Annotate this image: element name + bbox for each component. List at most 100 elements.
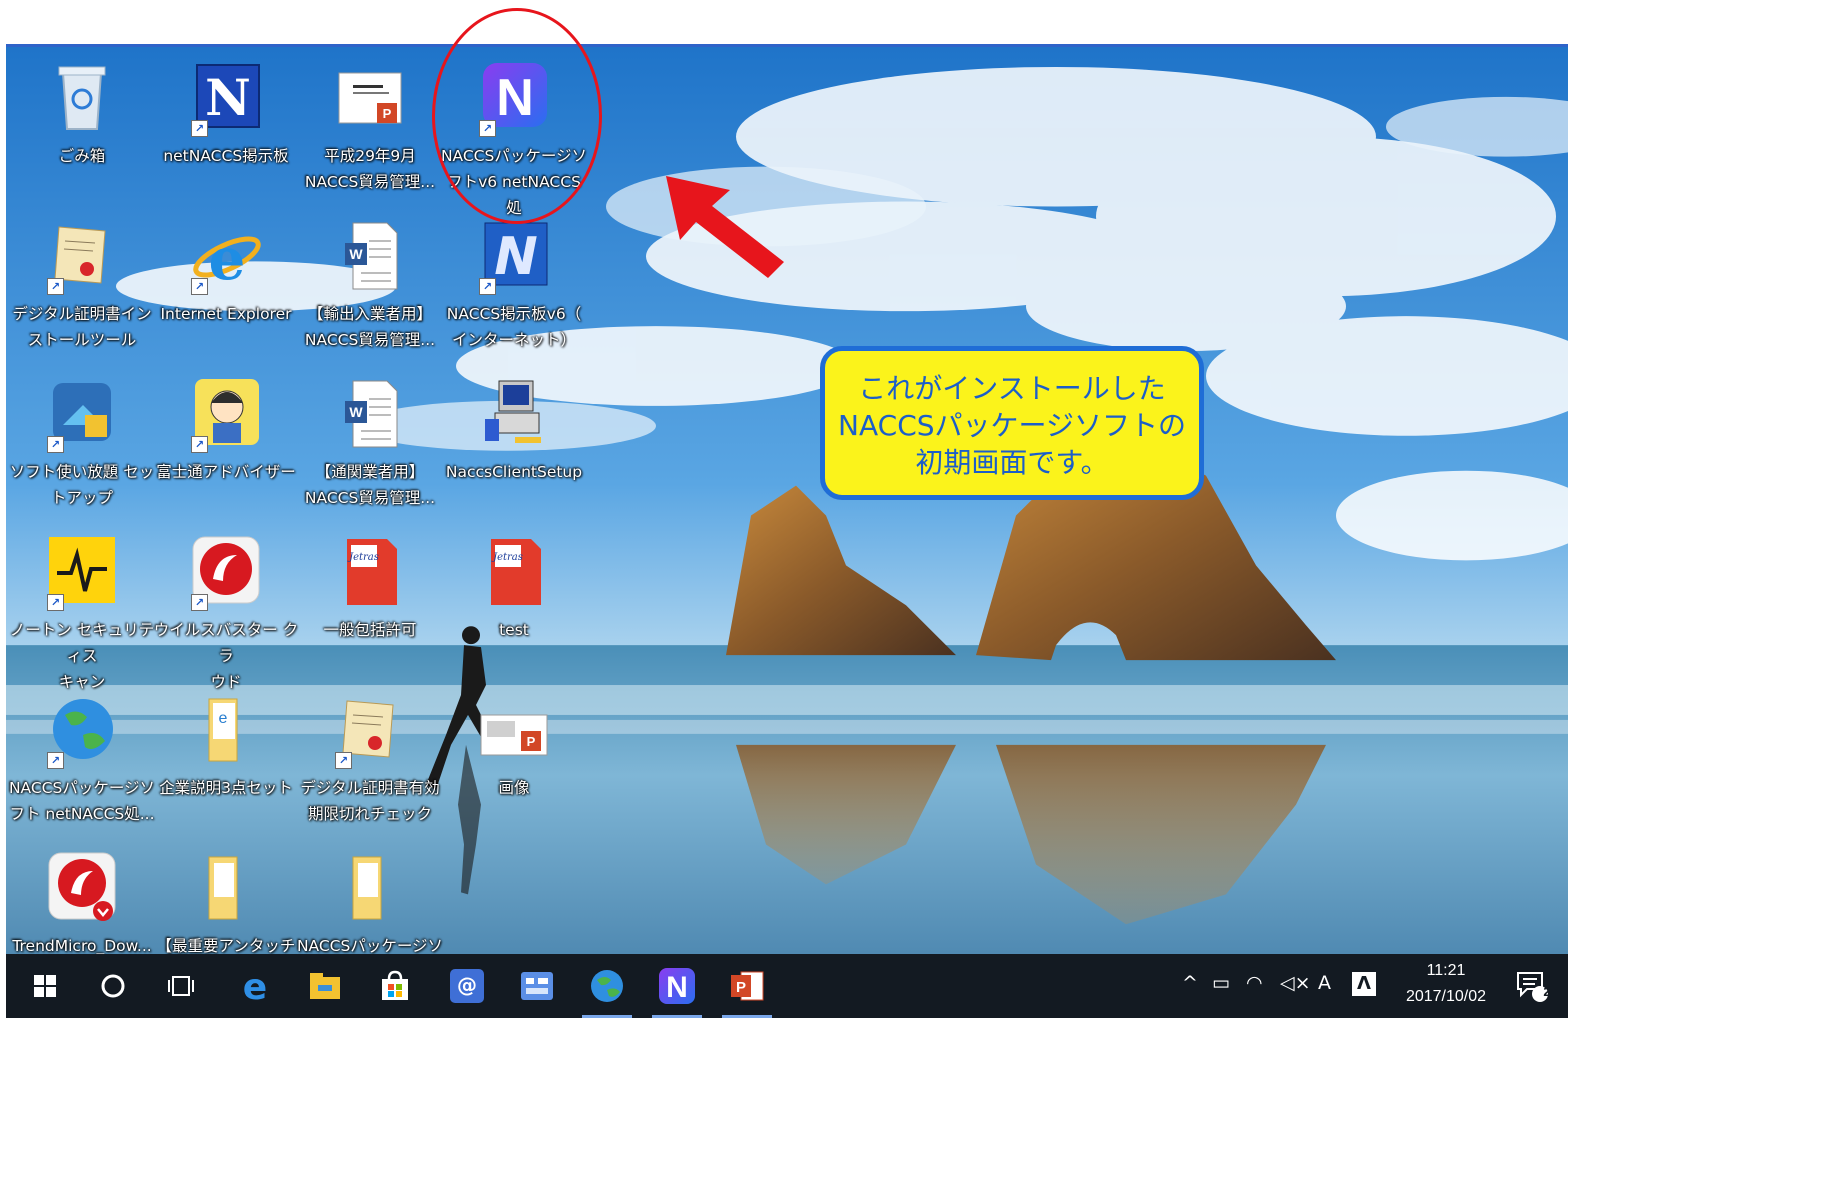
callout-line-3: 初期画面です。 xyxy=(915,446,1109,479)
store-bag-icon xyxy=(382,970,408,1000)
shortcut-arrow-icon: ↗ xyxy=(47,594,64,611)
shortcut-arrow-icon: ↗ xyxy=(479,278,496,295)
shortcut-arrow-icon: ↗ xyxy=(47,436,64,453)
taskbar-powerpoint-button[interactable]: P xyxy=(716,954,778,1018)
ime-mode-indicator[interactable]: A xyxy=(1318,972,1331,994)
callout-line-1: これがインストールした xyxy=(858,372,1166,405)
jetras-pdf-icon: Jetras xyxy=(331,533,409,611)
clock-date[interactable]: 2017/10/02 xyxy=(1386,988,1506,1006)
taskbar-settings-panel-button[interactable] xyxy=(506,954,568,1018)
desktop-icon-general-comprehensive-permit[interactable]: Jetras 一般包括許可 xyxy=(296,533,444,643)
trend-micro-download-icon xyxy=(43,849,121,927)
svg-text:Jetras: Jetras xyxy=(491,552,523,563)
desktop-icon-netnaccs-board[interactable]: N ↗ netNACCS掲示板 xyxy=(152,59,300,169)
desktop-icon-export-import-trade[interactable]: W 【輸出入業者用】 NACCS貿易管理... xyxy=(296,217,444,353)
globe-icon xyxy=(591,970,623,1002)
svg-text:e: e xyxy=(243,969,267,1003)
taskbar-naccs-package-button[interactable]: N xyxy=(646,954,708,1018)
shortcut-arrow-icon: ↗ xyxy=(47,752,64,769)
desktop-icon-software-setup[interactable]: ↗ ソフト使い放題 セッ トアップ xyxy=(8,375,156,511)
desktop-icon-naccs-board-v6[interactable]: N ↗ NACCS掲示板v6（ インターネット） xyxy=(440,217,588,353)
desktop-icon-h29-naccs-trade[interactable]: P 平成29年9月 NACCS貿易管理... xyxy=(296,59,444,195)
task-view-icon xyxy=(168,976,194,996)
installer-box-icon: ↗ xyxy=(43,375,121,453)
desktop-icon-fujitsu-advisor[interactable]: ↗ 富士通アドバイザー xyxy=(152,375,300,485)
svg-text:P: P xyxy=(527,734,536,749)
naccs-board-n-icon: N ↗ xyxy=(475,217,553,295)
highlight-ring-annotation xyxy=(432,8,602,224)
taskbar-store-button[interactable] xyxy=(364,954,426,1018)
file-explorer-folder-icon xyxy=(310,973,340,999)
control-panel-icon xyxy=(521,972,553,1000)
svg-text:N: N xyxy=(666,971,688,1004)
folder-icon xyxy=(331,849,409,927)
edge-browser-icon: e xyxy=(243,969,267,1003)
desktop-icon-company-brief-3set[interactable]: e 企業説明3点セット xyxy=(152,691,300,801)
desktop-icon-recycle-bin[interactable]: ごみ箱 xyxy=(8,59,156,169)
folder-icon: e xyxy=(187,691,265,769)
cortana-circle-icon xyxy=(101,974,125,998)
shortcut-arrow-icon: ↗ xyxy=(191,436,208,453)
start-button[interactable] xyxy=(14,954,76,1018)
volume-muted-icon[interactable]: ◁× xyxy=(1280,972,1311,994)
svg-text:N: N xyxy=(494,227,538,287)
powerpoint-file-icon: P xyxy=(331,59,409,137)
taskbar-mail-menu-button[interactable]: @ xyxy=(436,954,498,1018)
taskbar-netnaccs-globe-button[interactable] xyxy=(576,954,638,1018)
windows-logo-icon xyxy=(34,975,56,997)
task-view-button[interactable] xyxy=(150,954,212,1018)
svg-text:P: P xyxy=(383,106,392,121)
word-document-icon: W xyxy=(331,375,409,453)
shortcut-arrow-icon: ↗ xyxy=(47,278,64,295)
desktop-icon-norton-scan[interactable]: ↗ ノートン セキュリティス キャン xyxy=(8,533,156,695)
svg-text:W: W xyxy=(349,246,363,262)
desktop-icon-naccs-package-netnaccs[interactable]: ↗ NACCSパッケージソ フト netNACCS処... xyxy=(8,691,156,827)
svg-text:e: e xyxy=(209,225,246,293)
shortcut-arrow-icon: ↗ xyxy=(191,120,208,137)
tray-overflow-chevron-icon[interactable]: ^ xyxy=(1182,972,1198,994)
at-mail-icon: @ xyxy=(450,969,484,1003)
cortana-search-button[interactable] xyxy=(82,954,144,1018)
svg-text:W: W xyxy=(349,404,363,420)
folder-icon xyxy=(187,849,265,927)
desktop-icon-image[interactable]: P 画像 xyxy=(440,691,588,801)
word-document-icon: W xyxy=(331,217,409,295)
svg-text:e: e xyxy=(219,710,228,727)
callout-line-2: NACCSパッケージソフトの xyxy=(838,409,1186,442)
desktop-icon-test[interactable]: Jetras test xyxy=(440,533,588,643)
advisor-character-icon: ↗ xyxy=(187,375,265,453)
ime-toolbar-icon[interactable]: Λ xyxy=(1352,972,1376,996)
desktop-icon-trendmicro-download[interactable]: TrendMicro_Dow... xyxy=(8,849,156,959)
desktop-icon-customs-broker-trade[interactable]: W 【通関業者用】 NACCS貿易管理... xyxy=(296,375,444,511)
battery-plugged-icon[interactable]: ▭ xyxy=(1212,972,1230,994)
desktop-icon-cert-expiry-check[interactable]: ↗ デジタル証明書有効 期限切れチェック xyxy=(296,691,444,827)
trend-micro-icon: ↗ xyxy=(187,533,265,611)
annotation-callout: これがインストールした NACCSパッケージソフトの 初期画面です。 xyxy=(820,346,1204,500)
taskbar-edge-button[interactable]: e xyxy=(224,954,286,1018)
desktop-icon-naccs-client-setup[interactable]: NaccsClientSetup xyxy=(440,375,588,485)
powerpoint-file-icon: P xyxy=(475,691,553,769)
clock-time[interactable]: 11:21 xyxy=(1386,962,1506,980)
svg-text:@: @ xyxy=(457,973,477,997)
globe-icon: ↗ xyxy=(43,691,121,769)
naccs-package-n-icon: N xyxy=(659,968,695,1004)
desktop-icon-internet-explorer[interactable]: e ↗ Internet Explorer xyxy=(152,217,300,327)
taskbar: e @ N P ^ ▭ ◠ ◁× A Λ 11:21 2017/10/02 2 xyxy=(6,954,1568,1018)
shortcut-arrow-icon: ↗ xyxy=(191,594,208,611)
desktop-icon-naccs-package-folder[interactable]: NACCSパッケージソ xyxy=(296,849,444,959)
certificate-scroll-icon: ↗ xyxy=(43,217,121,295)
action-center-button[interactable]: 2 xyxy=(1502,954,1562,1018)
netnaccs-n-icon: N ↗ xyxy=(187,59,265,137)
setup-computer-icon xyxy=(475,375,553,453)
recycle-bin-icon xyxy=(43,59,121,137)
jetras-pdf-icon: Jetras xyxy=(475,533,553,611)
notification-count-badge: 2 xyxy=(1543,984,1551,999)
taskbar-file-explorer-button[interactable] xyxy=(294,954,356,1018)
svg-text:N: N xyxy=(205,68,251,127)
internet-explorer-icon: e ↗ xyxy=(187,217,265,295)
desktop-icon-digital-cert-install[interactable]: ↗ デジタル証明書イン ストールツール xyxy=(8,217,156,353)
desktop-icon-virus-buster-cloud[interactable]: ↗ ウイルスバスター クラ ウド xyxy=(152,533,300,695)
svg-text:Jetras: Jetras xyxy=(347,552,379,563)
wifi-icon[interactable]: ◠ xyxy=(1246,972,1263,994)
powerpoint-icon: P xyxy=(731,971,764,1001)
